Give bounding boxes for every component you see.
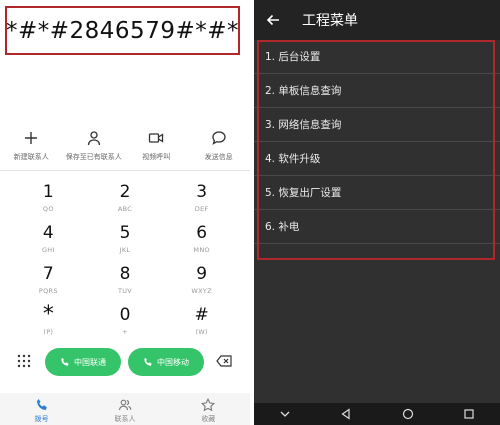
back-triangle-icon[interactable] [340,408,352,420]
send-message-button[interactable]: 发送信息 [188,130,251,164]
key-letters: WXYZ [191,287,212,295]
nav-favorites[interactable]: 收藏 [167,393,250,425]
key-digit: 5 [119,223,131,243]
key-1[interactable]: 1 QO [10,180,87,221]
key-9[interactable]: 9 WXYZ [163,262,240,303]
dialer-actions: 新建联系人 保存至已有联系人 视频呼叫 发送信息 [0,130,250,164]
call-sim2-button[interactable]: 中国移动 [128,348,204,376]
dial-keypad: 1 QO 2 ABC 3 DEF 4 GHI 5 JKL 6 MNO 7 PQRS 8 TUV … [10,180,240,344]
key-hash[interactable]: # (W) [163,303,240,344]
plus-icon [25,132,38,144]
message-icon [212,131,226,145]
new-contact-button[interactable]: 新建联系人 [0,130,63,164]
key-4[interactable]: 4 GHI [10,221,87,262]
key-letters: TUV [117,287,133,295]
key-letters: + [122,328,128,336]
chevron-down-icon[interactable] [279,408,291,420]
nav-dialpad[interactable]: 拨号 [0,393,83,425]
key-digit: * [42,302,54,327]
key-letters: DEF [194,205,209,213]
save-to-existing-contact-button[interactable]: 保存至已有联系人 [63,130,126,164]
keypad-grid-icon[interactable] [17,354,31,368]
phone-icon [144,357,152,366]
person-icon [87,131,100,146]
new-contact-label: 新建联系人 [13,153,49,161]
star-icon [201,398,216,412]
key-letters: JKL [119,246,131,254]
key-digit: 1 [42,182,54,202]
key-letters: QO [42,205,54,213]
key-digit: 6 [196,223,208,243]
phone-icon [61,357,69,366]
menu-header: 工程菜单 [254,0,500,40]
key-letters: MNO [193,246,210,254]
key-digit: 0 [119,305,131,325]
home-circle-icon[interactable] [402,408,414,420]
call-sim1-button[interactable]: 中国联通 [45,348,121,376]
key-digit: 2 [119,182,131,202]
key-7[interactable]: 7 PQRS [10,262,87,303]
key-digit: 8 [119,264,131,284]
dialer-screen: *#*#2846579#*#* 新建联系人 保存至已有联系人 视频呼叫 发送信息… [0,0,250,425]
back-arrow-icon[interactable] [266,13,280,27]
key-2[interactable]: 2 ABC [87,180,164,221]
call-sim2-label: 中国移动 [157,357,189,367]
key-digit: 4 [42,223,54,243]
key-star[interactable]: * (P) [10,303,87,344]
key-digit: 9 [196,264,208,284]
key-letters: (W) [195,328,208,336]
nav-contacts-label: 联系人 [114,415,136,423]
call-sim1-label: 中国联通 [74,357,106,367]
system-navigation-bar [254,403,500,425]
key-8[interactable]: 8 TUV [87,262,164,303]
send-message-label: 发送信息 [204,153,233,161]
key-letters: ABC [117,205,133,213]
key-letters: GHI [41,246,55,254]
recents-square-icon[interactable] [463,408,475,420]
key-5[interactable]: 5 JKL [87,221,164,262]
bottom-navigation: 拨号 联系人 收藏 [0,393,250,425]
key-digit: # [194,305,209,325]
call-row: 中国联通 中国移动 [0,346,250,378]
nav-dialpad-label: 拨号 [34,415,49,423]
backspace-icon[interactable] [216,355,232,367]
menu-title: 工程菜单 [302,13,358,29]
dial-number-input[interactable]: *#*#2846579#*#* [5,6,240,55]
dialer-divider [0,170,250,171]
key-letters: (P) [43,328,54,336]
video-call-button[interactable]: 视频呼叫 [125,130,188,164]
nav-contacts[interactable]: 联系人 [83,393,166,425]
key-digit: 7 [42,264,54,284]
nav-favorites-label: 收藏 [201,415,216,423]
phone-icon [36,399,47,410]
highlight-frame [257,40,495,260]
engineering-menu-screen: 工程菜单 1. 后台设置 2. 单板信息查询 3. 网络信息查询 4. 软件升级… [254,0,500,425]
key-0[interactable]: 0 + [87,303,164,344]
video-call-label: 视频呼叫 [142,153,171,161]
key-3[interactable]: 3 DEF [163,180,240,221]
save-to-existing-contact-label: 保存至已有联系人 [65,153,122,161]
contacts-icon [118,399,132,411]
key-digit: 3 [196,182,208,202]
key-6[interactable]: 6 MNO [163,221,240,262]
video-icon [149,133,164,143]
key-letters: PQRS [38,287,58,295]
